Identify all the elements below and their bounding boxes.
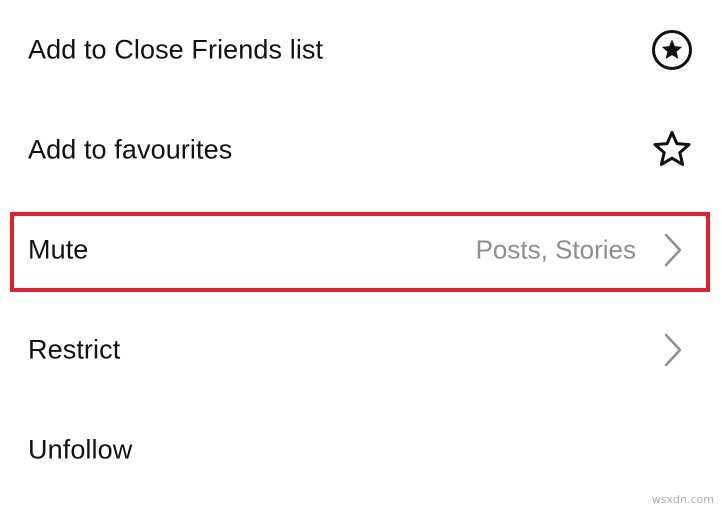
menu-item-label: Unfollow (28, 434, 133, 465)
menu-item-mute[interactable]: Mute Posts, Stories (0, 200, 722, 300)
star-outline-icon (650, 128, 694, 172)
menu-item-label: Mute (28, 234, 89, 265)
menu-item-label: Add to Close Friends list (28, 34, 324, 65)
menu-item-unfollow[interactable]: Unfollow (0, 400, 722, 500)
menu-item-label: Add to favourites (28, 134, 233, 165)
menu-item-restrict[interactable]: Restrict (0, 300, 722, 400)
menu-item-favourites[interactable]: Add to favourites (0, 100, 722, 200)
menu-item-close-friends[interactable]: Add to Close Friends list (0, 0, 722, 100)
chevron-right-icon (650, 228, 694, 272)
menu-item-label: Restrict (28, 334, 121, 365)
chevron-right-icon (650, 328, 694, 372)
mute-setting-value: Posts, Stories (475, 234, 636, 265)
close-friends-star-circle-icon (650, 28, 694, 72)
watermark: wsxdn.com (651, 493, 714, 506)
